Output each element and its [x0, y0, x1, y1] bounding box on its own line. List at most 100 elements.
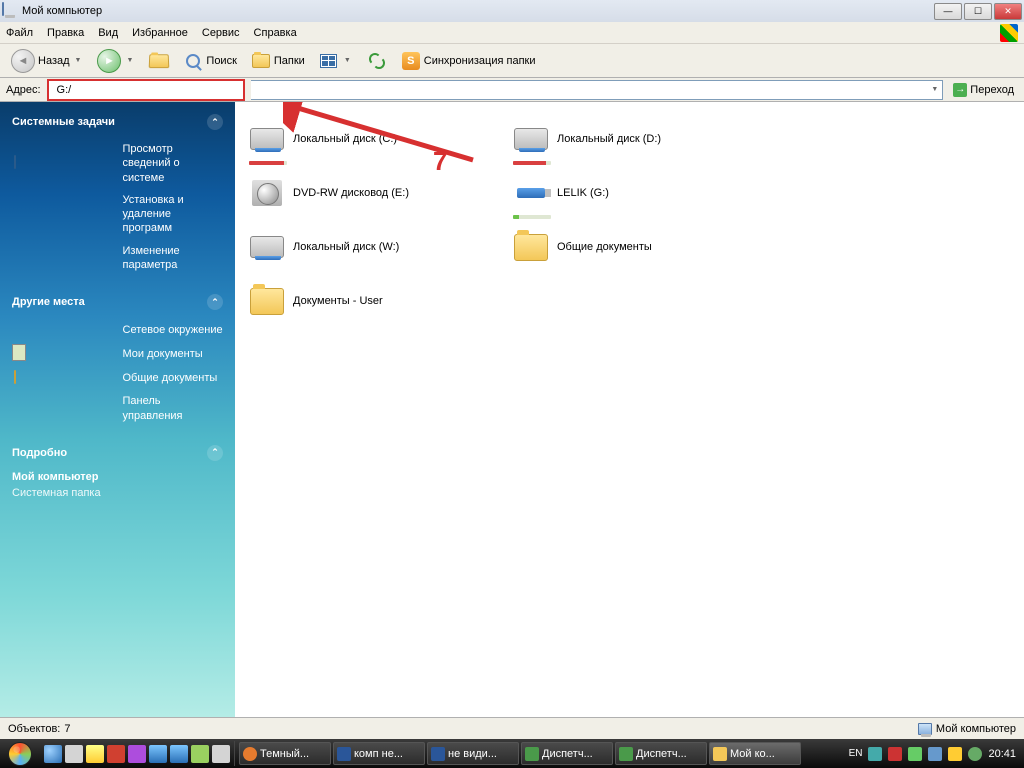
- sidebar-item-label: Сетевое окружение: [123, 323, 224, 337]
- address-input[interactable]: [49, 81, 243, 99]
- panel-system-tasks[interactable]: Системные задачи ⌃: [0, 108, 235, 136]
- system-tray: EN 20:41: [841, 739, 1024, 768]
- task-app-icon: [619, 747, 633, 761]
- views-icon: [319, 51, 339, 71]
- menu-file[interactable]: Файл: [6, 27, 33, 39]
- search-button[interactable]: Поиск: [178, 48, 241, 74]
- close-button[interactable]: ✕: [994, 3, 1022, 20]
- address-dropdown[interactable]: ▼: [251, 80, 944, 100]
- start-button[interactable]: [0, 739, 40, 768]
- task-app-icon: [713, 747, 727, 761]
- folder-icon: [14, 370, 115, 386]
- drive-item[interactable]: Локальный диск (D:): [509, 116, 769, 162]
- sidebar-item-label: Мои документы: [123, 347, 224, 361]
- folders-icon: [251, 51, 271, 71]
- quick-launch-icon[interactable]: [149, 745, 167, 763]
- task-label: Диспетч...: [636, 748, 687, 760]
- minimize-button[interactable]: —: [934, 3, 962, 20]
- refresh-button[interactable]: [362, 48, 392, 74]
- sidebar-item-add-remove[interactable]: Установка и удаление программ: [0, 189, 235, 240]
- sidebar-item-my-documents[interactable]: Мои документы: [0, 342, 235, 366]
- tray-icon[interactable]: [908, 747, 922, 761]
- chevron-down-icon: ▼: [342, 57, 353, 64]
- file-view[interactable]: 7 Локальный диск (C:)Локальный диск (D:)…: [235, 102, 1024, 717]
- language-indicator[interactable]: EN: [849, 748, 863, 759]
- task-button[interactable]: Диспетч...: [615, 742, 707, 765]
- quick-launch-icon[interactable]: [212, 745, 230, 763]
- drive-item[interactable]: Документы - User: [245, 278, 505, 324]
- task-label: Диспетч...: [542, 748, 593, 760]
- menu-view[interactable]: Вид: [98, 27, 118, 39]
- address-highlight: [47, 79, 245, 101]
- quick-launch-icon[interactable]: [65, 745, 83, 763]
- panel-other-places[interactable]: Другие места ⌃: [0, 288, 235, 316]
- maximize-button[interactable]: ☐: [964, 3, 992, 20]
- back-button[interactable]: ◄ Назад ▼: [6, 48, 88, 74]
- quick-launch-icon[interactable]: [128, 745, 146, 763]
- network-icon: [14, 322, 115, 338]
- menu-favorites[interactable]: Избранное: [132, 27, 188, 39]
- collapse-icon: ⌃: [207, 294, 223, 310]
- menu-help[interactable]: Справка: [254, 27, 297, 39]
- task-button[interactable]: Диспетч...: [521, 742, 613, 765]
- menu-edit[interactable]: Правка: [47, 27, 84, 39]
- panel-title: Другие места: [12, 296, 85, 308]
- sidebar-item-label: Панель управления: [123, 394, 224, 423]
- panel-details[interactable]: Подробно ⌃: [0, 439, 235, 467]
- start-orb-icon: [8, 742, 32, 766]
- toolbar: ◄ Назад ▼ ► ▼ Поиск Папки ▼ S Синхрониза…: [0, 44, 1024, 78]
- folder-icon: [511, 229, 551, 265]
- task-button[interactable]: Мой ко...: [709, 742, 801, 765]
- refresh-icon: [367, 51, 387, 71]
- drives-grid: Локальный диск (C:) Локальный диск (D:)DV…: [245, 116, 1014, 324]
- tray-icon[interactable]: [968, 747, 982, 761]
- up-button[interactable]: [144, 48, 174, 74]
- drive-item[interactable]: Локальный диск (C:): [245, 116, 505, 162]
- address-label: Адрес:: [6, 84, 41, 96]
- status-location: Мой компьютер: [936, 723, 1016, 735]
- panel-title: Подробно: [12, 447, 67, 459]
- quick-launch-icon[interactable]: [107, 745, 125, 763]
- task-button[interactable]: не види...: [427, 742, 519, 765]
- chevron-down-icon: ▼: [124, 57, 135, 64]
- quick-launch-icon[interactable]: [170, 745, 188, 763]
- tray-icon[interactable]: [888, 747, 902, 761]
- sidebar-item-system-info[interactable]: Просмотр сведений о системе: [0, 138, 235, 189]
- sidebar-item-shared-documents[interactable]: Общие документы: [0, 366, 235, 390]
- drive-item[interactable]: DVD-RW дисковод (E:): [245, 170, 505, 216]
- sidebar-item-label: Просмотр сведений о системе: [123, 142, 224, 185]
- sidebar-item-control-panel[interactable]: Панель управления: [0, 390, 235, 427]
- drive-label: Локальный диск (W:): [293, 241, 399, 253]
- tray-icon[interactable]: [928, 747, 942, 761]
- quick-launch-icon[interactable]: [191, 745, 209, 763]
- tray-icon[interactable]: [948, 747, 962, 761]
- window-icon: [2, 3, 18, 19]
- task-button[interactable]: Темный...: [239, 742, 331, 765]
- task-label: Темный...: [260, 748, 309, 760]
- drive-item[interactable]: Общие документы: [509, 224, 769, 270]
- details-type: Системная папка: [0, 487, 235, 509]
- sidebar-item-change-setting[interactable]: Изменение параметра: [0, 240, 235, 277]
- views-button[interactable]: ▼: [314, 48, 358, 74]
- drive-label: Локальный диск (C:): [293, 133, 397, 145]
- drive-item[interactable]: Локальный диск (W:): [245, 224, 505, 270]
- tray-icon[interactable]: [868, 747, 882, 761]
- windows-logo-icon: [1000, 24, 1018, 42]
- drive-item[interactable]: LELIK (G:): [509, 170, 769, 216]
- task-button[interactable]: комп не...: [333, 742, 425, 765]
- menu-tools[interactable]: Сервис: [202, 27, 240, 39]
- quick-launch-icon[interactable]: [86, 745, 104, 763]
- forward-button[interactable]: ► ▼: [92, 48, 140, 74]
- sidebar-item-network[interactable]: Сетевое окружение: [0, 318, 235, 342]
- sync-button[interactable]: S Синхронизация папки: [396, 48, 541, 74]
- window-title: Мой компьютер: [22, 5, 934, 17]
- explorer-window: Мой компьютер — ☐ ✕ Файл Правка Вид Избр…: [0, 0, 1024, 739]
- back-label: Назад: [38, 55, 70, 67]
- forward-arrow-icon: ►: [97, 49, 121, 73]
- clock[interactable]: 20:41: [988, 748, 1016, 760]
- control-panel-icon: [14, 401, 115, 417]
- quick-launch-icon[interactable]: [44, 745, 62, 763]
- folders-button[interactable]: Папки: [246, 48, 310, 74]
- go-button[interactable]: → Переход: [949, 80, 1018, 100]
- titlebar[interactable]: Мой компьютер — ☐ ✕: [0, 0, 1024, 22]
